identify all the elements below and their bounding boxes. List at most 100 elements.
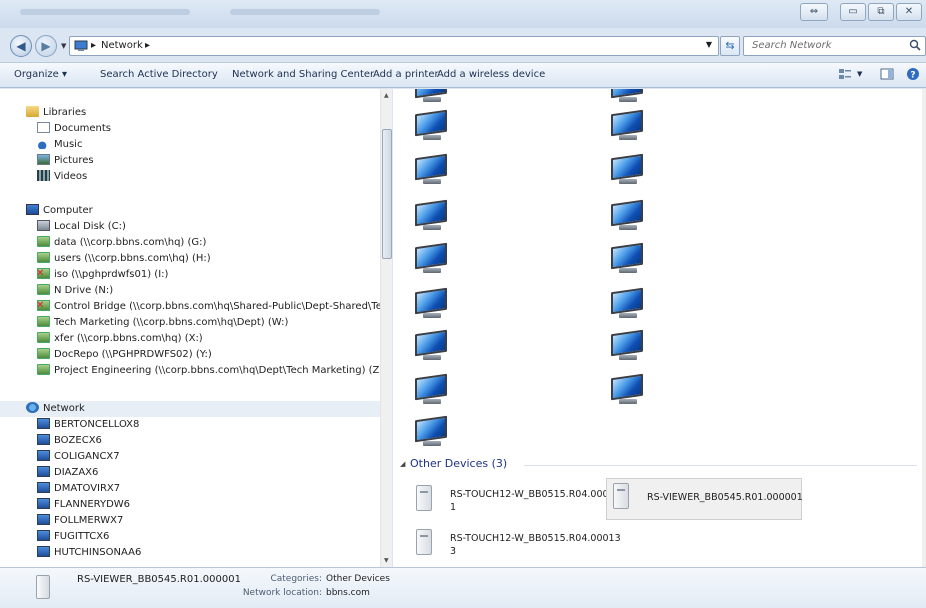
tree-drive[interactable]: N Drive (N:)	[37, 283, 113, 299]
maximize-button[interactable]: ⧉	[868, 3, 894, 21]
tree-network-computer[interactable]: DMATOVIRX7	[37, 481, 120, 497]
network-computer-item[interactable]	[609, 329, 645, 361]
other-devices-group-header[interactable]: ◢ Other Devices (3)	[400, 457, 917, 473]
recent-pages-dropdown[interactable]: ▼	[61, 42, 66, 50]
device-item-selected[interactable]: RS-VIEWER_BB0545.R01.000001	[606, 478, 803, 520]
navigation-scrollbar[interactable]: ▲ ▼	[380, 89, 392, 567]
computer-icon	[37, 530, 50, 541]
network-computer-item[interactable]	[413, 373, 449, 405]
tree-computer[interactable]: Computer	[26, 203, 93, 219]
tree-drive[interactable]: xfer (\\corp.bbns.com\hq) (X:)	[37, 331, 203, 347]
group-divider	[524, 465, 917, 466]
svg-text:?: ?	[910, 71, 915, 81]
breadcrumb-separator[interactable]: ▸	[145, 40, 150, 51]
monitor-base	[423, 135, 441, 140]
title-bar: ⇔ ▭ ⧉ ✕	[0, 0, 926, 28]
help-icon[interactable]: ?	[906, 67, 920, 83]
scroll-up-icon[interactable]: ▲	[384, 92, 389, 99]
network-computer-item[interactable]	[413, 242, 449, 274]
scrollbar-thumb[interactable]	[382, 129, 392, 259]
content-scrollbar[interactable]	[922, 89, 926, 567]
network-computer-item[interactable]	[609, 199, 645, 231]
libraries-icon	[26, 106, 39, 117]
network-computer-item[interactable]	[413, 153, 449, 185]
content-pane: ◢ Other Devices (3) RS-TOUCH12-W_BB0515.…	[393, 89, 926, 567]
tree-drive[interactable]: Project Engineering (\\corp.bbns.com\hq\…	[37, 363, 383, 379]
network-computer-item[interactable]	[609, 242, 645, 274]
monitor-base	[423, 313, 441, 318]
view-dropdown-icon[interactable]: ▼	[857, 70, 862, 78]
network-computer-item[interactable]	[413, 415, 449, 447]
tree-drive-label: DocRepo (\\PGHPRDWFS02) (Y:)	[54, 349, 212, 360]
network-computer-item[interactable]	[609, 287, 645, 319]
search-input[interactable]: Search Network	[743, 36, 926, 56]
network-computer-item[interactable]	[413, 199, 449, 231]
network-computer-item[interactable]	[609, 153, 645, 185]
back-button[interactable]: ◀	[10, 35, 32, 57]
tree-network-computer[interactable]: BERTONCELLOX8	[37, 417, 139, 433]
network-icon	[26, 402, 39, 413]
tree-music-label: Music	[54, 139, 83, 150]
network-computer-item[interactable]	[413, 109, 449, 141]
computer-icon	[37, 466, 50, 477]
tree-drive[interactable]: iso (\\pghprdwfs01) (I:)	[36, 266, 168, 283]
breadcrumb-network[interactable]: Network	[101, 40, 143, 51]
scroll-down-icon[interactable]: ▼	[384, 557, 389, 564]
tree-drive[interactable]: data (\\corp.bbns.com\hq) (G:)	[37, 235, 206, 251]
music-icon	[37, 138, 50, 149]
preview-pane-icon[interactable]	[880, 67, 894, 83]
tree-pictures[interactable]: Pictures	[37, 153, 94, 169]
tree-network-computer[interactable]: FOLLMERWX7	[37, 513, 123, 529]
tree-network-computer[interactable]: COLIGANCX7	[37, 449, 120, 465]
tree-music[interactable]: Music	[37, 137, 82, 153]
monitor-base	[423, 225, 441, 230]
minimize-button[interactable]: ▭	[840, 3, 866, 21]
network-computer-item[interactable]	[609, 373, 645, 405]
forward-button[interactable]: ▶	[35, 35, 57, 57]
network-computer-item[interactable]	[609, 89, 645, 103]
tree-drive[interactable]: Control Bridge (\\corp.bbns.com\hq\Share…	[36, 298, 383, 315]
tree-documents[interactable]: Documents	[37, 121, 111, 137]
tree-network-computer[interactable]: DIAZAX6	[37, 465, 98, 481]
tree-drive-label: N Drive (N:)	[54, 285, 114, 296]
tree-drive[interactable]: DocRepo (\\PGHPRDWFS02) (Y:)	[37, 347, 212, 363]
command-bar: Organize ▾ Search Active Directory Netwo…	[0, 62, 926, 88]
network-computer-item[interactable]	[609, 109, 645, 141]
network-computer-item[interactable]	[413, 287, 449, 319]
tree-drive[interactable]: Tech Marketing (\\corp.bbns.com\hq\Dept)…	[37, 315, 288, 331]
organize-menu[interactable]: Organize ▾	[14, 69, 67, 80]
tree-network-computer[interactable]: BOZECX6	[37, 433, 102, 449]
tree-drive[interactable]: Local Disk (C:)	[37, 219, 126, 235]
tree-drive[interactable]: users (\\corp.bbns.com\hq) (H:)	[37, 251, 211, 267]
search-icon[interactable]	[909, 39, 921, 51]
tree-libraries[interactable]: Libraries	[26, 105, 86, 121]
add-wireless-device-button[interactable]: Add a wireless device	[437, 69, 545, 80]
tree-videos[interactable]: Videos	[37, 169, 87, 185]
network-sharing-center-button[interactable]: Network and Sharing Center	[232, 69, 374, 80]
device-tower-icon	[416, 529, 432, 555]
collapse-triangle-icon[interactable]: ◢	[400, 460, 405, 468]
tree-network-computer[interactable]: FUGITTCX6	[37, 529, 109, 545]
view-options-icon[interactable]	[838, 67, 852, 83]
tree-network-computer[interactable]: HUTCHINSONAA6	[37, 545, 141, 561]
monitor-base	[619, 268, 637, 273]
network-computer-item[interactable]	[413, 329, 449, 361]
address-box[interactable]: ▸ Network ▸ ▼	[69, 36, 719, 56]
refresh-button[interactable]: ⇆	[720, 36, 740, 56]
search-active-directory-button[interactable]: Search Active Directory	[100, 69, 218, 80]
breadcrumb-root-arrow[interactable]: ▸	[91, 40, 96, 51]
monitor-base	[619, 399, 637, 404]
other-devices-title: Other Devices (3)	[410, 457, 508, 470]
address-dropdown-icon[interactable]: ▼	[706, 40, 712, 49]
device-item[interactable]: RS-TOUCH12-W_BB0515.R04.00013 3	[410, 525, 621, 565]
tree-network[interactable]: Network	[0, 401, 383, 417]
add-printer-button[interactable]: Add a printer	[373, 69, 439, 80]
resize-button[interactable]: ⇔	[800, 3, 828, 21]
computer-icon	[37, 434, 50, 445]
close-button[interactable]: ✕	[896, 3, 922, 21]
device-tower-icon	[416, 485, 432, 511]
network-computer-item[interactable]	[413, 89, 449, 103]
tree-network-computer[interactable]: FLANNERYDW6	[37, 497, 130, 513]
network-location-label: Network location:	[242, 588, 322, 598]
device-item[interactable]: RS-TOUCH12-W_BB0515.R04.00013 1	[410, 481, 621, 521]
